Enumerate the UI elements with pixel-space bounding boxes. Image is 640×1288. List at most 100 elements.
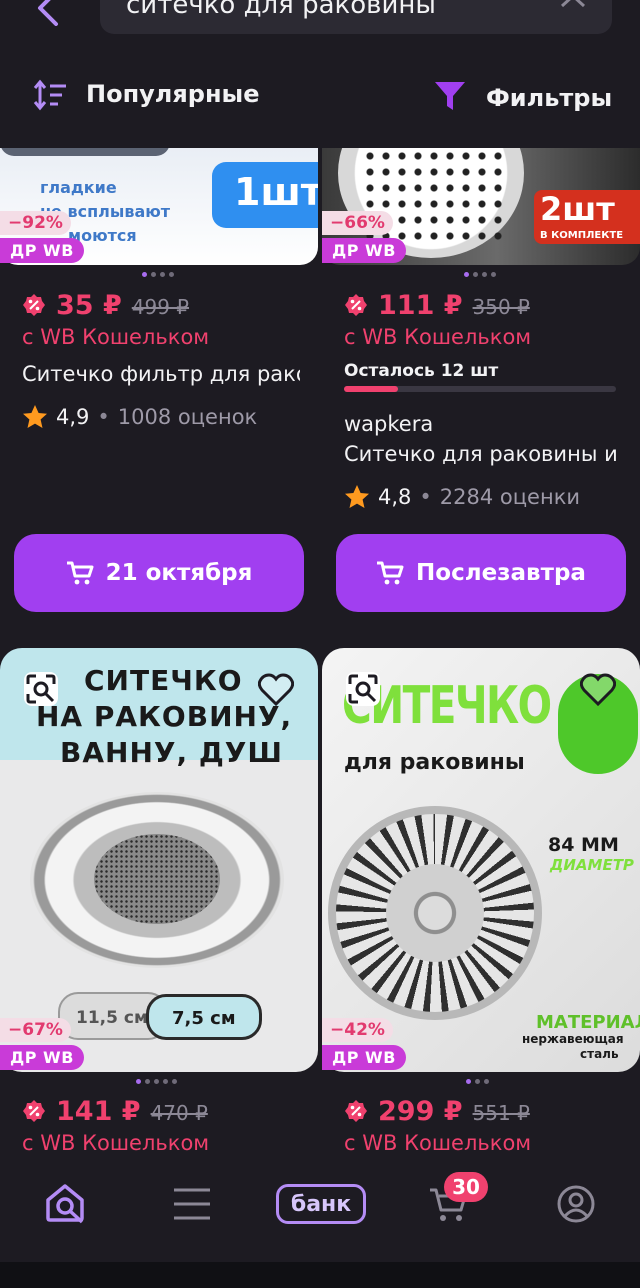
pager-dot <box>169 272 174 277</box>
sort-filter-bar: Популярные Фильтры <box>0 70 640 120</box>
heart-icon[interactable] <box>258 673 294 707</box>
add-to-cart-button[interactable]: Послезавтра <box>336 534 626 612</box>
heart-icon[interactable] <box>580 673 616 707</box>
pager-dot <box>154 1079 159 1084</box>
image-material-note: нержавеющая <box>522 1032 624 1046</box>
menu-icon[interactable] <box>172 1186 212 1222</box>
reviews-count: 2284 оценки <box>439 485 581 509</box>
image-pack-label: 2шт <box>540 190 615 228</box>
product-title[interactable]: Ситечко для раковины и ванны <box>344 442 622 466</box>
pager-dot <box>172 1079 177 1084</box>
price: 141 ₽ <box>56 1096 141 1127</box>
star-icon <box>23 405 47 428</box>
pager-dot <box>142 272 147 277</box>
image-search-icon[interactable] <box>22 670 60 708</box>
price: 299 ₽ <box>378 1096 463 1127</box>
image-size-note: ДИАМЕТР <box>550 856 634 874</box>
pager-dot <box>151 272 156 277</box>
discount-badge: −92% <box>0 211 71 235</box>
image-pager <box>464 272 496 277</box>
image-search-icon[interactable] <box>344 670 382 708</box>
cart-icon <box>66 561 94 585</box>
filter-button[interactable]: Фильтры <box>486 84 612 112</box>
image-material-label: МАТЕРИАЛ <box>536 1012 640 1033</box>
bank-button[interactable]: банк <box>276 1184 366 1224</box>
pager-dot <box>145 1079 150 1084</box>
pager-dot <box>163 1079 168 1084</box>
price-row: 141 ₽ 470 ₽ <box>22 1096 208 1127</box>
discount-icon <box>23 294 45 316</box>
star-icon <box>345 485 369 508</box>
pager-dot <box>484 1079 489 1084</box>
profile-icon[interactable] <box>556 1184 596 1224</box>
rating: 4,8 • 2284 оценки <box>344 484 580 510</box>
image-caption: для раковины <box>344 750 525 775</box>
clear-icon[interactable] <box>556 0 590 8</box>
price-row: 299 ₽ 551 ₽ <box>344 1096 530 1127</box>
image-pack-note: В КОМПЛЕКТЕ <box>540 230 624 241</box>
sort-button[interactable]: Популярные <box>86 80 260 108</box>
image-caption: НА РАКОВИНУ, <box>36 700 293 733</box>
old-price: 499 ₽ <box>131 295 190 319</box>
reviews-count: 1008 оценок <box>117 405 258 429</box>
pager-dot <box>491 272 496 277</box>
image-pager <box>136 1079 177 1084</box>
wallet-note: с WB Кошельком <box>344 325 532 349</box>
rating-value: 4,9 <box>56 405 90 429</box>
rating: 4,9 • 1008 оценок <box>22 404 257 430</box>
wallet-note: с WB Кошельком <box>22 1131 210 1155</box>
discount-icon <box>345 1100 367 1122</box>
product-image[interactable]: СИТЕЧКО для раковины 84 ММ ДИАМЕТР МАТЕР… <box>322 648 640 1072</box>
promo-badge: ДР WB <box>322 238 406 263</box>
delivery-date-label: 21 октября <box>105 560 253 586</box>
brand-name[interactable]: wapkera <box>344 412 433 436</box>
image-material-note: сталь <box>580 1047 619 1061</box>
price: 35 ₽ <box>56 290 122 321</box>
image-pager <box>142 272 174 277</box>
pager-dot <box>136 1079 141 1084</box>
discount-badge: −67% <box>0 1018 71 1042</box>
delivery-date-label: Послезавтра <box>416 560 586 586</box>
price: 111 ₽ <box>378 290 463 321</box>
filter-icon[interactable] <box>433 78 467 114</box>
pager-dot <box>464 272 469 277</box>
add-to-cart-button[interactable]: 21 октября <box>14 534 304 612</box>
discount-badge: −42% <box>322 1018 393 1042</box>
image-pager <box>466 1079 489 1084</box>
pager-dot <box>475 1079 480 1084</box>
image-caption: ВАННУ, ДУШ <box>60 736 283 769</box>
wallet-note: с WB Кошельком <box>22 325 210 349</box>
discount-badge: −66% <box>322 211 393 235</box>
image-size-label: 11,5 см <box>76 1008 148 1028</box>
cart-icon <box>377 561 404 585</box>
price-row: 111 ₽ 350 ₽ <box>344 290 530 321</box>
old-price: 470 ₽ <box>150 1101 208 1125</box>
promo-badge: ДР WB <box>322 1045 406 1070</box>
old-price: 350 ₽ <box>472 295 530 319</box>
product-title[interactable]: Ситечко фильтр для раковины <box>22 362 300 386</box>
top-bar: ситечко для раковины <box>0 0 640 48</box>
rating-separator: • <box>97 405 110 429</box>
image-size-label: 84 ММ <box>548 834 619 856</box>
product-image[interactable]: СИТЕЧКО НА РАКОВИНУ, ВАННУ, ДУШ 11,5 см … <box>0 648 318 1072</box>
search-query: ситечко для раковины <box>126 0 436 20</box>
image-caption: СИТЕЧКО <box>84 664 243 697</box>
promo-badge: ДР WB <box>0 1045 84 1070</box>
cart-count-badge: 30 <box>444 1172 488 1202</box>
old-price: 551 ₽ <box>472 1101 530 1125</box>
rating-separator: • <box>419 485 432 509</box>
sort-icon[interactable] <box>32 78 68 112</box>
pager-dot <box>466 1079 471 1084</box>
pager-dot <box>160 272 165 277</box>
search-input[interactable]: ситечко для раковины <box>100 0 612 34</box>
image-caption: гладкие <box>40 178 117 197</box>
promo-badge: ДР WB <box>0 238 84 263</box>
stock-label: Осталось 12 шт <box>344 361 499 381</box>
discount-icon <box>345 294 367 316</box>
home-icon[interactable] <box>44 1182 86 1224</box>
wallet-note: с WB Кошельком <box>344 1131 532 1155</box>
system-nav-bar <box>0 1262 640 1288</box>
rating-value: 4,8 <box>378 485 412 509</box>
back-arrow-icon[interactable] <box>30 0 70 26</box>
price-row: 35 ₽ 499 ₽ <box>22 290 189 321</box>
